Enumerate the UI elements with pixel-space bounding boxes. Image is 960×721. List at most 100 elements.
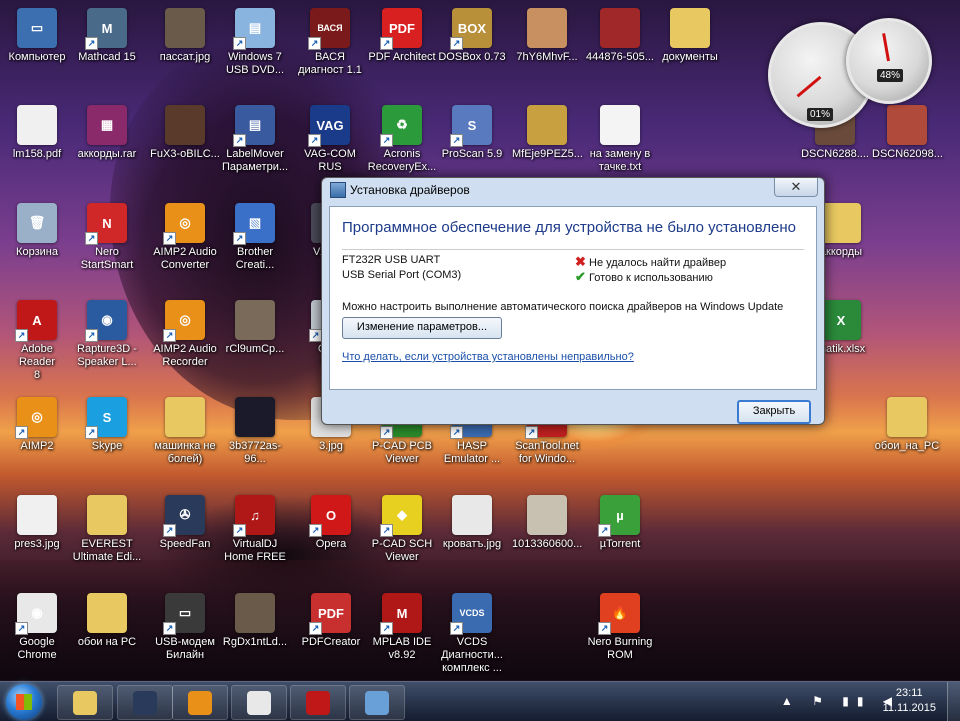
desktop-icon[interactable]: пассат.jpg (150, 8, 220, 64)
desktop-icon[interactable]: PDF ↗ PDF Architect (367, 8, 437, 64)
desktop-icon-label: Корзина (16, 246, 58, 258)
desktop-icon[interactable]: ♻ ↗ Acronis RecoveryEx... (367, 105, 437, 174)
dialog-footer: Закрыть (322, 388, 824, 424)
desktop-icon[interactable]: BOX ↗ DOSBox 0.73 (437, 8, 507, 64)
shortcut-arrow-icon: ↗ (163, 622, 176, 635)
app-icon: N ↗ (85, 203, 127, 245)
desktop-icon[interactable]: документы (655, 8, 725, 64)
app-icon: A ↗ (15, 300, 57, 342)
close-icon[interactable]: ✕ (774, 178, 818, 197)
desktop-icon-label: lm158.pdf (12, 148, 62, 160)
desktop-icon[interactable]: кроватъ.jpg (437, 495, 507, 551)
clock[interactable]: 23:11 11.11.2015 (883, 686, 936, 716)
desktop-icon[interactable]: ◎ ↗ AIMP2 Audio Converter (150, 203, 220, 272)
desktop-icon[interactable]: ВАСЯ ↗ ВАСЯ диагност 1.1 (295, 8, 365, 77)
desktop-icon[interactable]: PDF ↗ PDFCreator (296, 593, 366, 649)
desktop-icon[interactable]: ◉ ↗ Google Chrome (2, 593, 72, 662)
desktop-icon[interactable]: µ ↗ µTorrent (585, 495, 655, 551)
app-icon (235, 593, 275, 633)
device-name: USB Serial Port (COM3) (342, 269, 462, 281)
desktop-icon[interactable]: M ↗ Mathcad 15 (72, 8, 142, 64)
taskbar-adobe-reader-button[interactable] (290, 685, 346, 720)
desktop-icon[interactable]: RgDx1ntLd... (220, 593, 290, 649)
desktop-icon[interactable]: ◎ ↗ AIMP2 Audio Recorder (150, 300, 220, 369)
desktop-icon[interactable]: M ↗ MPLAB IDE v8.92 (367, 593, 437, 662)
desktop-icon[interactable]: VAG ↗ VAG-COM RUS (295, 105, 365, 174)
desktop-icon[interactable]: S ↗ Skype (72, 397, 142, 453)
taskbar-aimp-button[interactable] (172, 685, 228, 720)
taskbar-explorer-button[interactable] (57, 685, 113, 720)
dialog-titlebar[interactable]: Установка драйверов ✕ (322, 178, 824, 200)
taskbar-speedfan-button[interactable] (117, 685, 173, 720)
shortcut-arrow-icon: ↗ (450, 622, 463, 635)
desktop-icon[interactable]: DSCN62098... (872, 105, 943, 161)
desktop-icon-label: SpeedFan (159, 538, 211, 550)
desktop-icon-label: 1013360600... (512, 538, 583, 550)
desktop-icon-label: pres3.jpg (14, 538, 60, 550)
desktop-icon[interactable]: обои на PC (72, 593, 142, 649)
desktop-icon[interactable]: ▦ аккорды.rar (72, 105, 142, 161)
change-settings-button[interactable]: Изменение параметров... (342, 317, 502, 339)
show-desktop-button[interactable] (947, 682, 960, 721)
desktop-icon-label: VCDS Диагности... комплекс ... (441, 636, 503, 674)
desktop-icon[interactable]: O ↗ Opera (296, 495, 366, 551)
memory-meter-gadget[interactable]: 48% (846, 18, 932, 104)
app-icon: S ↗ (85, 397, 127, 439)
desktop-icon[interactable]: rCl9umCp... (220, 300, 290, 356)
start-button[interactable] (6, 684, 42, 720)
desktop-icon[interactable]: ✇ ↗ SpeedFan (150, 495, 220, 551)
desktop-icon-label: AIMP2 Audio Recorder (153, 343, 217, 368)
close-button[interactable]: Закрыть (737, 400, 811, 424)
desktop-icon[interactable]: pres3.jpg (2, 495, 72, 551)
device-name: FT232R USB UART (342, 254, 441, 266)
desktop-icon[interactable]: 7hY6MhvF... (512, 8, 582, 64)
desktop-icon[interactable]: ◎ ↗ AIMP2 (2, 397, 72, 453)
app-icon (235, 397, 275, 437)
desktop-icon[interactable]: 444876-505... (585, 8, 655, 64)
app-icon (887, 105, 927, 145)
desktop-icon[interactable]: lm158.pdf (2, 105, 72, 161)
app-icon: ▧ ↗ (233, 203, 275, 245)
desktop-icon[interactable]: 🔥 ↗ Nero Burning ROM (585, 593, 655, 662)
help-link[interactable]: Что делать, если устройства установлены … (342, 351, 634, 363)
shortcut-arrow-icon: ↗ (233, 134, 246, 147)
desktop-icon[interactable]: ▭ ↗ USB-модем Билайн (150, 593, 220, 662)
app-icon (87, 593, 127, 633)
desktop-icon[interactable]: ◉ ↗ Rapture3D - Speaker L... (72, 300, 142, 369)
shortcut-arrow-icon: ↗ (525, 426, 538, 439)
app-icon: M ↗ (85, 8, 127, 50)
taskbar-paint-button[interactable] (349, 685, 405, 720)
desktop-icon[interactable]: ▤ ↗ LabelMover Параметри... (220, 105, 290, 174)
desktop-icon-label: rCl9umCp... (225, 343, 285, 355)
desktop-icon[interactable]: FuX3-oBILC... (150, 105, 220, 161)
desktop-icon-label: Rapture3D - Speaker L... (77, 343, 137, 368)
desktop-icon[interactable]: VCDS ↗ VCDS Диагности... комплекс ... (437, 593, 507, 675)
desktop-icon[interactable]: ♫ ↗ VirtualDJ Home FREE (220, 495, 290, 564)
desktop-icon[interactable]: ◆ ↗ P-CAD SCH Viewer (367, 495, 437, 564)
desktop-icon-label: кроватъ.jpg (442, 538, 502, 550)
info-text: Можно настроить выполнение автоматическо… (342, 301, 784, 313)
desktop-icon[interactable]: ▧ ↗ Brother Creati... (220, 203, 290, 272)
desktop-icon[interactable]: A ↗ Adobe Reader 8 (2, 300, 72, 382)
desktop-icon[interactable]: 🗑 Корзина (2, 203, 72, 259)
shortcut-arrow-icon: ↗ (380, 524, 393, 537)
dialog-title: Установка драйверов (350, 183, 470, 197)
desktop-icon[interactable]: ▭ Компьютер (2, 8, 72, 64)
desktop-icon[interactable]: машинка не болей) (150, 397, 220, 466)
desktop-icon[interactable]: 3b3772as-96... (220, 397, 290, 466)
desktop-icon[interactable]: S ↗ ProScan 5.9 (437, 105, 507, 161)
desktop-icon[interactable]: ▤ ↗ Windows 7 USB DVD... (220, 8, 290, 77)
desktop-icon[interactable]: на замену в тачке.txt (585, 105, 655, 174)
desktop-icon[interactable]: 1013360600... (512, 495, 582, 551)
taskbar-chrome-button[interactable] (231, 685, 287, 720)
desktop-icon-label: AIMP2 (20, 440, 54, 452)
desktop-icon-label: машинка не болей) (154, 440, 216, 465)
desktop-icon[interactable]: MfEje9PEZ5... (512, 105, 583, 161)
desktop-icon-label: VirtualDJ Home FREE (224, 538, 286, 563)
desktop-icon[interactable]: обои_на_PC (872, 397, 942, 453)
desktop-icon[interactable]: N ↗ Nero StartSmart (72, 203, 142, 272)
desktop-icon[interactable]: EVEREST Ultimate Edi... (72, 495, 142, 564)
shortcut-arrow-icon: ↗ (380, 426, 393, 439)
desktop-icon-label: HASP Emulator ... (443, 440, 501, 465)
desktop-icon-label: DSCN62098... (872, 148, 943, 160)
